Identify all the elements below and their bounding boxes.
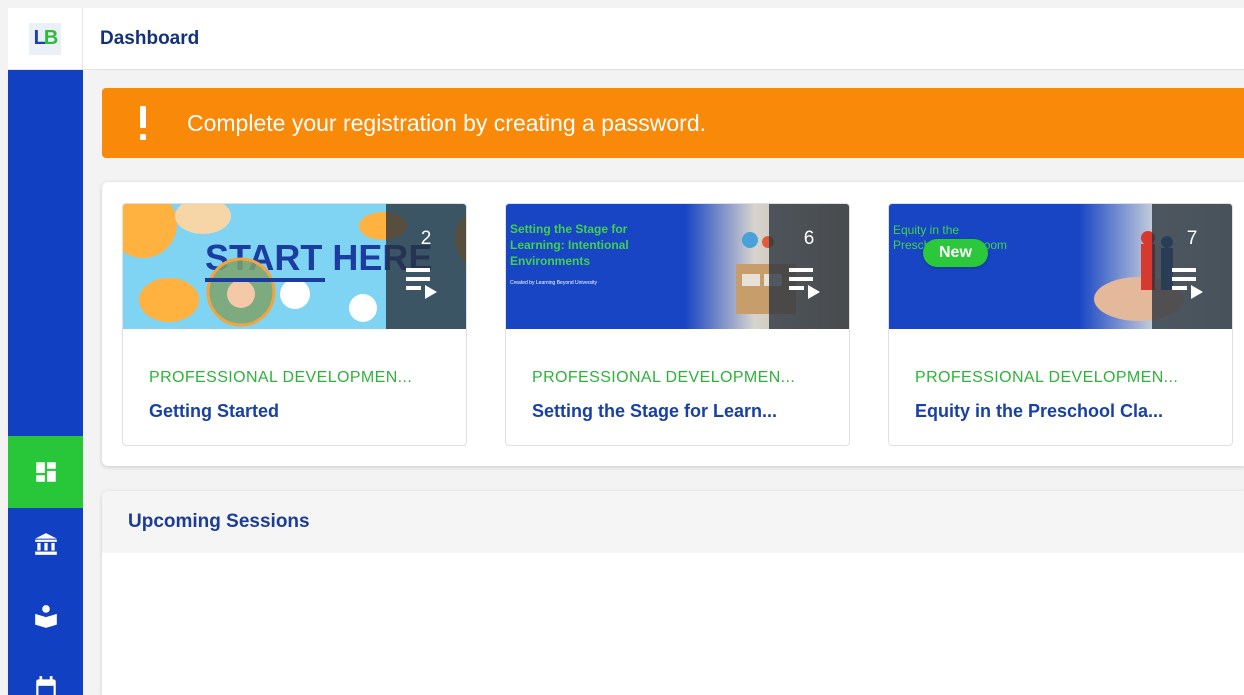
app-logo: LB [29,22,61,55]
logo-letter-l: L [33,27,46,49]
new-badge: New [923,239,988,267]
sidebar-item-institution[interactable] [8,508,83,580]
top-header: LB Dashboard [8,7,1244,70]
course-card-setting-the-stage[interactable]: Setting the Stage for Learning: Intentio… [505,203,850,446]
upcoming-sessions-title: Upcoming Sessions [128,511,310,532]
thumb-caption: Created by Learning Beyond University [510,280,597,286]
course-card-getting-started[interactable]: START HERE 2 PROFESSIONAL DEVELOPMEN... … [122,203,467,446]
course-category: PROFESSIONAL DEVELOPMEN... [532,369,796,386]
thumb-title-line-1: Setting the Stage for [510,222,628,236]
playlist-icon [1172,268,1203,299]
course-card-equity-preschool[interactable]: Equity in the Preschool Classroom New 7 … [888,203,1233,446]
sidebar-item-calendar[interactable] [8,652,83,695]
course-thumbnail: Setting the Stage for Learning: Intentio… [506,204,849,329]
course-category: PROFESSIONAL DEVELOPMEN... [149,369,413,386]
sidebar-item-reader[interactable] [8,580,83,652]
page-title: Dashboard [100,27,200,49]
thumb-title-line-1: Equity in the [893,223,959,237]
course-category: PROFESSIONAL DEVELOPMEN... [915,369,1179,386]
thumb-title-line-2: Learning: Intentional [510,238,629,252]
course-thumbnail: START HERE 2 [123,204,466,329]
logo-letter-b: B [43,27,59,49]
exclamation-icon [139,106,147,140]
playlist-icon [406,268,437,299]
courses-panel: START HERE 2 PROFESSIONAL DEVELOPMEN... … [102,182,1244,466]
sidebar-nav [8,70,83,695]
course-title[interactable]: Equity in the Preschool Cla... [915,401,1206,422]
logo-container[interactable]: LB [8,7,83,70]
dashboard-page: LB Dashboard Complete your registration … [0,0,1244,695]
upcoming-sessions-header: Upcoming Sessions [102,491,1244,553]
lesson-count-overlay: 6 [769,204,849,329]
institution-icon [34,533,57,555]
lesson-count-overlay: 2 [386,204,466,329]
course-title[interactable]: Setting the Stage for Learn... [532,401,823,422]
dashboard-icon [35,462,56,482]
lesson-count-overlay: 7 [1152,204,1232,329]
calendar-icon [35,676,56,695]
registration-alert[interactable]: Complete your registration by creating a… [102,88,1244,158]
sidebar-item-dashboard[interactable] [8,436,83,508]
alert-message: Complete your registration by creating a… [187,109,707,136]
upcoming-sessions-panel: Upcoming Sessions [102,491,1244,695]
thumb-title-line-3: Environments [510,254,590,268]
lesson-count: 2 [420,228,432,249]
lesson-count: 6 [803,228,815,249]
playlist-icon [789,268,820,299]
lesson-count: 7 [1186,228,1198,249]
course-title[interactable]: Getting Started [149,401,440,422]
course-thumbnail: Equity in the Preschool Classroom New 7 [889,204,1232,329]
reader-icon [34,605,57,628]
